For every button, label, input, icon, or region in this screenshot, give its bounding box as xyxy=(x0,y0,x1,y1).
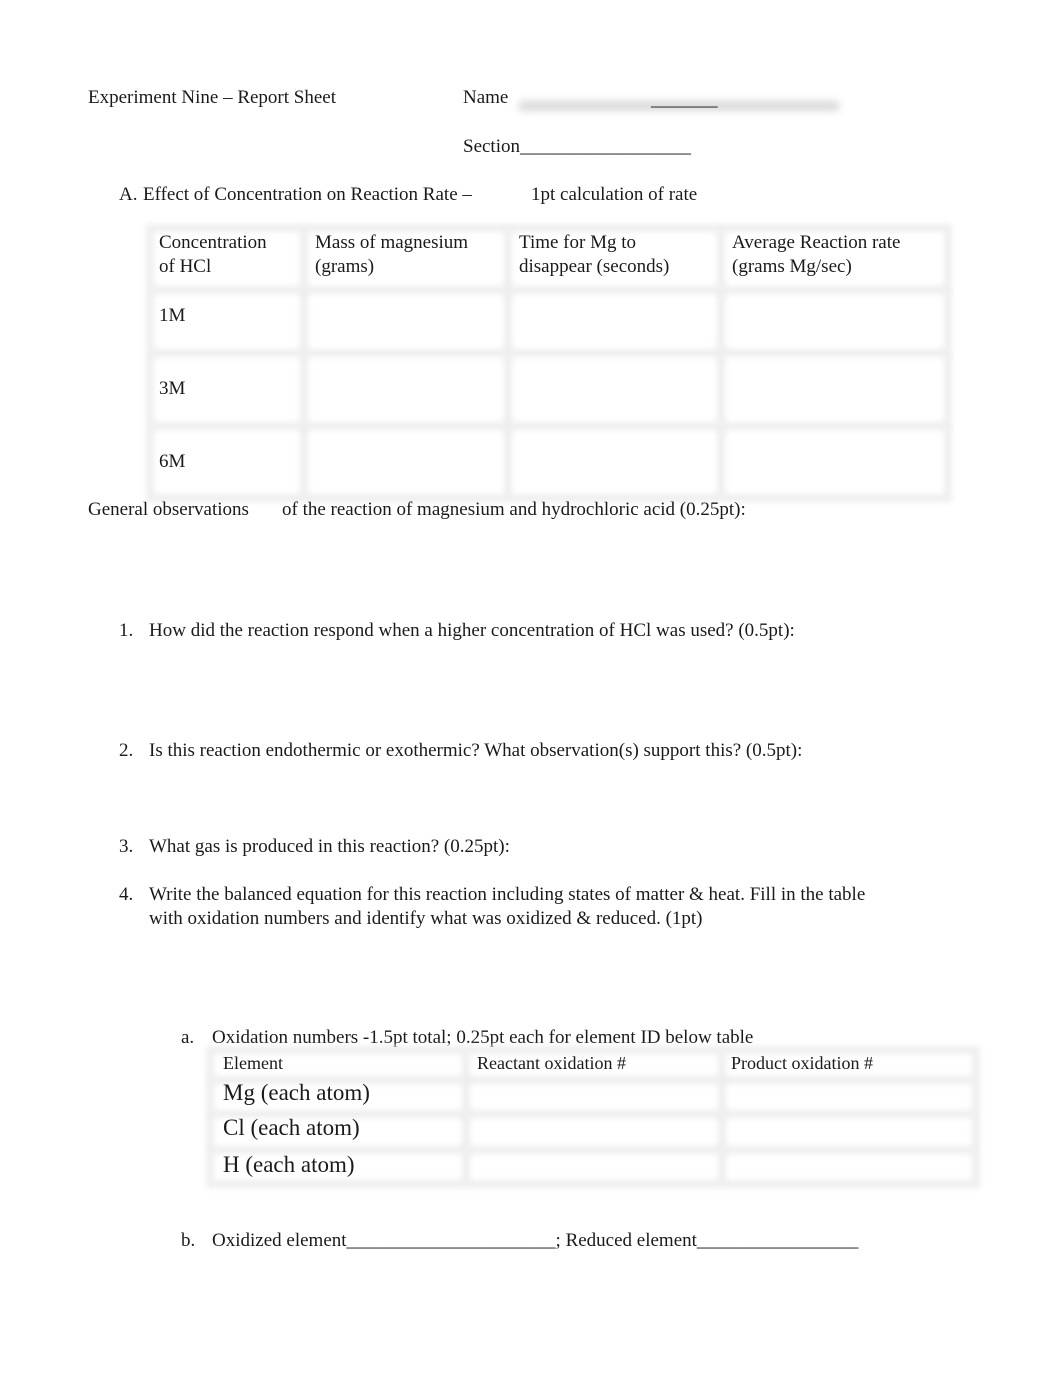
reactant-input-cl[interactable] xyxy=(470,1116,718,1146)
header-reactant-oxidation: Reactant oxidation # xyxy=(477,1053,626,1073)
question-number: 3. xyxy=(119,836,134,857)
subquestion-a-marker: a. xyxy=(181,1027,195,1048)
mass-input-6m[interactable] xyxy=(308,432,504,492)
row-concentration-6m: 6M xyxy=(159,451,186,472)
element-h: H (each atom) xyxy=(223,1152,355,1177)
header-element: Element xyxy=(223,1053,283,1073)
header-line: of HCl xyxy=(159,256,212,277)
report-title: Experiment Nine – Report Sheet xyxy=(88,87,336,108)
row-concentration-1m: 1M xyxy=(159,305,186,326)
question-text: How did the reaction respond when a high… xyxy=(149,620,795,641)
oxidized-element-field[interactable]: ______________________ xyxy=(347,1230,556,1251)
question-text: Is this reaction endothermic or exotherm… xyxy=(149,740,803,761)
section-a-points: 1pt calculation of rate xyxy=(531,184,698,205)
header-line: disappear (seconds) xyxy=(519,256,670,277)
time-input-1m[interactable] xyxy=(512,294,717,344)
reactant-input-h[interactable] xyxy=(470,1152,718,1182)
separator: ; xyxy=(555,1230,561,1251)
question-text: Write the balanced equation for this rea… xyxy=(149,884,866,905)
question-number: 2. xyxy=(119,740,134,761)
reaction-rate-table: Concentration of HCl Mass of magnesium (… xyxy=(146,224,952,502)
question-text: What gas is produced in this reaction? (… xyxy=(149,836,510,857)
question-number: 1. xyxy=(119,620,134,641)
column-divider xyxy=(300,228,308,498)
section-label-text: Section xyxy=(463,136,520,157)
header-line: (grams) xyxy=(315,256,375,277)
row-divider xyxy=(150,422,948,430)
section-a-title: Effect of Concentration on Reaction Rate… xyxy=(143,184,472,205)
rate-input-6m[interactable] xyxy=(725,432,940,492)
name-field[interactable]: _______ xyxy=(651,88,718,112)
row-concentration-3m: 3M xyxy=(159,378,186,399)
product-input-mg[interactable] xyxy=(726,1082,972,1110)
oxidation-table: Element Reactant oxidation # Product oxi… xyxy=(206,1046,980,1188)
reactant-input-mg[interactable] xyxy=(470,1082,718,1110)
rate-input-3m[interactable] xyxy=(725,359,940,419)
header-product-oxidation: Product oxidation # xyxy=(731,1053,873,1073)
header-time: Time for Mg to disappear (seconds) xyxy=(519,231,669,279)
question-text-line2: with oxidation numbers and identify what… xyxy=(149,908,703,929)
header-concentration: Concentration of HCl xyxy=(159,231,267,279)
element-cl: Cl (each atom) xyxy=(223,1115,360,1140)
row-divider xyxy=(150,286,948,294)
section-label: Section__________________ xyxy=(463,135,691,159)
section-field[interactable]: __________________ xyxy=(520,136,691,157)
oxidized-label: Oxidized element xyxy=(212,1230,347,1251)
name-label: Name xyxy=(463,87,509,108)
header-line: Concentration xyxy=(159,232,267,253)
header-mass: Mass of magnesium (grams) xyxy=(315,231,468,279)
header-rate: Average Reaction rate (grams Mg/sec) xyxy=(732,231,900,279)
observations-label: General observations xyxy=(88,499,249,520)
reduced-element-field[interactable]: _________________ xyxy=(697,1230,859,1251)
header-line: Time for Mg to xyxy=(519,232,637,253)
subquestion-b: Oxidized element______________________; … xyxy=(212,1229,858,1253)
time-input-3m[interactable] xyxy=(512,359,717,419)
mass-input-3m[interactable] xyxy=(308,359,504,419)
header-line: Mass of magnesium xyxy=(315,232,469,253)
subquestion-b-marker: b. xyxy=(181,1230,196,1251)
question-number: 4. xyxy=(119,884,134,905)
element-mg: Mg (each atom) xyxy=(223,1080,370,1105)
observations-text: of the reaction of magnesium and hydroch… xyxy=(282,499,746,520)
column-divider xyxy=(504,228,512,498)
row-divider xyxy=(150,349,948,357)
time-input-6m[interactable] xyxy=(512,432,717,492)
mass-input-1m[interactable] xyxy=(308,294,504,344)
product-input-h[interactable] xyxy=(726,1152,972,1182)
column-divider xyxy=(717,228,725,498)
header-line: Average Reaction rate xyxy=(732,232,901,253)
reduced-label: Reduced element xyxy=(565,1230,697,1251)
rate-input-1m[interactable] xyxy=(725,294,940,344)
header-line: (grams Mg/sec) xyxy=(732,256,852,277)
product-input-cl[interactable] xyxy=(726,1116,972,1146)
section-a-marker: A. xyxy=(119,184,138,205)
